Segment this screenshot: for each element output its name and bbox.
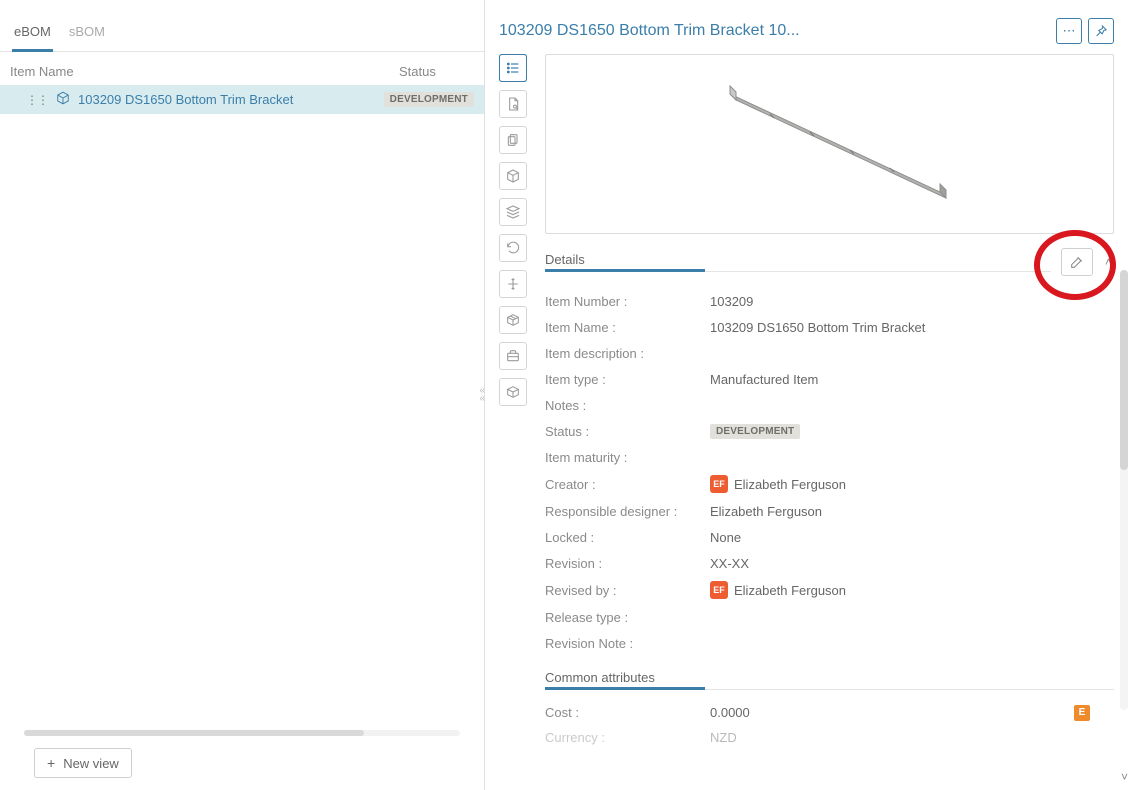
pin-button[interactable] bbox=[1088, 18, 1114, 44]
avatar: EF bbox=[710, 475, 728, 493]
tree-row[interactable]: ⋮⋮ 103209 DS1650 Bottom Trim Bracket DEV… bbox=[0, 85, 484, 114]
rail-files-icon[interactable] bbox=[499, 126, 527, 154]
edit-details-button[interactable] bbox=[1061, 248, 1093, 276]
avatar: EF bbox=[710, 581, 728, 599]
bracket-illustration-icon bbox=[700, 74, 960, 214]
value-revision: XX-XX bbox=[710, 556, 749, 571]
pencil-icon bbox=[1069, 254, 1085, 270]
rail-list-icon[interactable] bbox=[499, 54, 527, 82]
new-view-label: New view bbox=[63, 756, 119, 771]
label-cost: Cost : bbox=[545, 705, 710, 720]
rail-document-icon[interactable] bbox=[499, 90, 527, 118]
label-item-number: Item Number : bbox=[545, 294, 710, 309]
editable-badge-icon: E bbox=[1074, 705, 1090, 721]
new-view-button[interactable]: + New view bbox=[34, 748, 132, 778]
rail-box-icon[interactable] bbox=[499, 378, 527, 406]
scroll-down-icon[interactable]: ˅ bbox=[1121, 770, 1128, 784]
label-revised-by: Revised by : bbox=[545, 583, 710, 598]
more-actions-button[interactable]: ⋯ bbox=[1056, 18, 1082, 44]
value-item-type: Manufactured Item bbox=[710, 372, 818, 387]
tree-header: Item Name Status bbox=[0, 52, 484, 85]
label-responsible-designer: Responsible designer : bbox=[545, 504, 710, 519]
label-status: Status : bbox=[545, 424, 710, 439]
plus-icon: + bbox=[47, 755, 55, 771]
label-release-type: Release type : bbox=[545, 610, 710, 625]
label-revision: Revision : bbox=[545, 556, 710, 571]
value-locked: None bbox=[710, 530, 741, 545]
value-creator: Elizabeth Ferguson bbox=[734, 477, 846, 492]
value-status-badge: DEVELOPMENT bbox=[710, 424, 800, 439]
label-notes: Notes : bbox=[545, 398, 710, 413]
rail-cube-icon[interactable] bbox=[499, 162, 527, 190]
bom-tabs: eBOM sBOM bbox=[0, 0, 484, 52]
tab-sbom[interactable]: sBOM bbox=[67, 18, 107, 52]
details-list: Item Number : 103209 Item Name : 103209 … bbox=[545, 288, 1114, 656]
ellipsis-icon: ⋯ bbox=[1063, 23, 1076, 39]
rail-history-icon[interactable] bbox=[499, 234, 527, 262]
col-status: Status bbox=[399, 64, 474, 79]
common-attributes-heading: Common attributes bbox=[545, 670, 1114, 690]
label-item-type: Item type : bbox=[545, 372, 710, 387]
rail-package-icon[interactable] bbox=[499, 342, 527, 370]
horizontal-scrollbar[interactable] bbox=[14, 728, 470, 738]
value-item-number: 103209 bbox=[710, 294, 753, 309]
label-item-name: Item Name : bbox=[545, 320, 710, 335]
rail-layers-icon[interactable] bbox=[499, 198, 527, 226]
side-toolbar bbox=[499, 54, 533, 790]
tab-ebom[interactable]: eBOM bbox=[12, 18, 53, 52]
label-locked: Locked : bbox=[545, 530, 710, 545]
label-revision-note: Revision Note : bbox=[545, 636, 710, 651]
drag-handle-icon[interactable]: ⋮⋮ bbox=[26, 93, 48, 107]
item-preview bbox=[545, 54, 1114, 234]
collapse-details-icon[interactable]: ˄ bbox=[1103, 255, 1114, 269]
tree-row-label: 103209 DS1650 Bottom Trim Bracket bbox=[78, 92, 376, 107]
value-item-name: 103209 DS1650 Bottom Trim Bracket bbox=[710, 320, 925, 335]
label-item-maturity: Item maturity : bbox=[545, 450, 710, 465]
details-heading: Details bbox=[545, 252, 1051, 272]
pin-icon bbox=[1094, 24, 1108, 38]
label-currency: Currency : bbox=[545, 730, 710, 745]
value-currency: NZD bbox=[710, 730, 737, 745]
label-creator: Creator : bbox=[545, 477, 710, 492]
rail-3d-icon[interactable] bbox=[499, 306, 527, 334]
value-responsible-designer: Elizabeth Ferguson bbox=[710, 504, 822, 519]
page-title: 103209 DS1650 Bottom Trim Bracket 10... bbox=[499, 22, 1050, 40]
vertical-scrollbar[interactable] bbox=[1120, 270, 1128, 710]
value-revised-by: Elizabeth Ferguson bbox=[734, 583, 846, 598]
col-item-name: Item Name bbox=[10, 64, 399, 79]
item-cube-icon bbox=[56, 91, 70, 108]
label-item-description: Item description : bbox=[545, 346, 710, 361]
status-badge: DEVELOPMENT bbox=[384, 92, 474, 107]
value-cost: 0.0000 bbox=[710, 705, 750, 720]
rail-move-icon[interactable] bbox=[499, 270, 527, 298]
